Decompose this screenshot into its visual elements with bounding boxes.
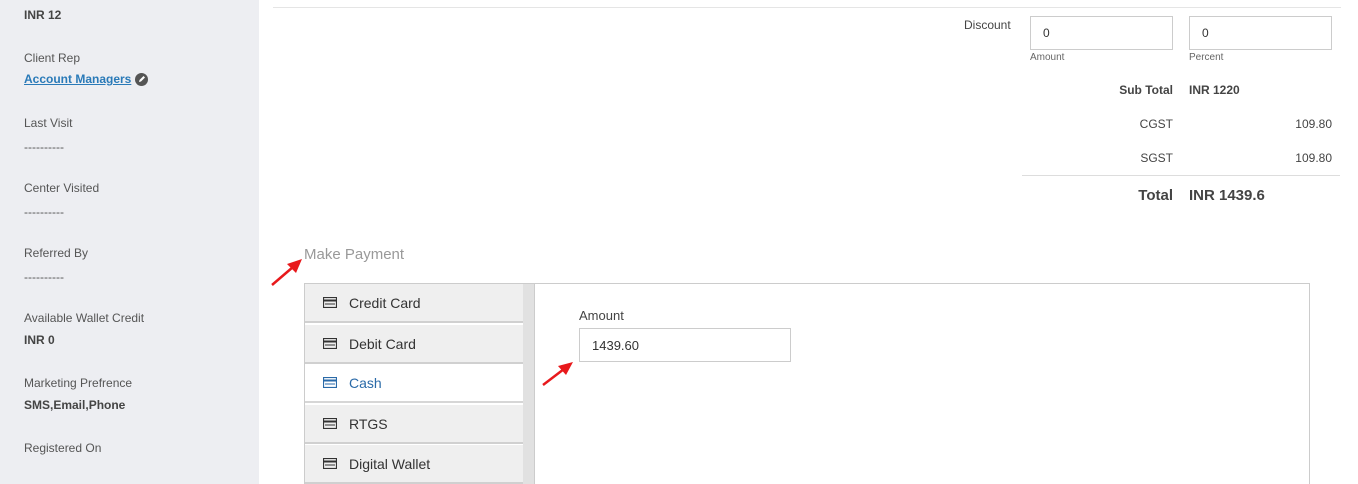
- sgst-value: 109.80: [1295, 151, 1332, 165]
- method-rtgs[interactable]: RTGS: [305, 405, 523, 444]
- marketing-preference-label: Marketing Prefrence: [24, 376, 133, 390]
- method-credit-card[interactable]: Credit Card: [305, 284, 523, 323]
- divider: [273, 7, 1341, 8]
- method-label: Digital Wallet: [349, 455, 431, 472]
- center-visited-value: ----------: [24, 205, 64, 219]
- client-rep-label: Client Rep: [24, 51, 81, 65]
- method-label: Credit Card: [349, 294, 421, 311]
- discount-percent-hint: Percent: [1189, 52, 1224, 63]
- main-content: Discount 0 Amount 0 Percent Sub Total IN…: [259, 0, 1358, 484]
- card-icon: [323, 338, 337, 349]
- sub-total-label: Sub Total: [1119, 83, 1173, 97]
- card-icon: [323, 377, 337, 388]
- sgst-label: SGST: [1140, 151, 1173, 165]
- registered-on-label: Registered On: [24, 441, 102, 455]
- method-label: RTGS: [349, 415, 388, 432]
- method-label: Cash: [349, 374, 382, 391]
- sub-total-value: INR 1220: [1189, 83, 1240, 97]
- method-debit-card[interactable]: Debit Card: [305, 325, 523, 364]
- total-value: INR 1439.6: [1189, 187, 1265, 204]
- cgst-value: 109.80: [1295, 117, 1332, 131]
- card-icon: [323, 458, 337, 469]
- amount-input[interactable]: 1439.60: [579, 328, 791, 362]
- method-label: Debit Card: [349, 335, 416, 352]
- edit-icon[interactable]: [135, 72, 149, 86]
- top-value: INR 12: [24, 8, 62, 22]
- center-visited-label: Center Visited: [24, 181, 100, 195]
- annotation-arrow-icon: [542, 362, 573, 386]
- methods-scrollbar[interactable]: [523, 284, 534, 484]
- method-digital-wallet[interactable]: Digital Wallet: [305, 445, 523, 484]
- last-visit-label: Last Visit: [24, 116, 73, 130]
- make-payment-heading: Make Payment: [304, 246, 405, 263]
- total-divider: [1022, 175, 1340, 176]
- annotation-arrow-icon: [271, 259, 302, 286]
- payment-panel: Credit Card Debit Card Cash RTGS Digital…: [304, 283, 1310, 484]
- discount-percent-input[interactable]: 0: [1189, 16, 1332, 50]
- pane-divider: [534, 284, 535, 484]
- wallet-credit-value: INR 0: [24, 333, 55, 347]
- account-managers-link-text[interactable]: Account Managers: [24, 72, 131, 86]
- discount-amount-input[interactable]: 0: [1030, 16, 1173, 50]
- discount-label: Discount: [964, 18, 1011, 32]
- method-cash[interactable]: Cash: [305, 364, 523, 403]
- card-icon: [323, 297, 337, 308]
- discount-amount-hint: Amount: [1030, 52, 1065, 63]
- marketing-preference-value: SMS,Email,Phone: [24, 398, 126, 412]
- account-managers-link[interactable]: Account Managers: [24, 72, 149, 86]
- cgst-label: CGST: [1139, 117, 1173, 131]
- referred-by-label: Referred By: [24, 246, 89, 260]
- last-visit-value: ----------: [24, 140, 64, 154]
- amount-label: Amount: [579, 308, 624, 323]
- total-label: Total: [1138, 187, 1173, 204]
- wallet-credit-label: Available Wallet Credit: [24, 311, 145, 325]
- referred-by-value: ----------: [24, 270, 64, 284]
- client-info-sidebar: INR 12 Client Rep Account Managers Last …: [0, 0, 259, 484]
- card-icon: [323, 418, 337, 429]
